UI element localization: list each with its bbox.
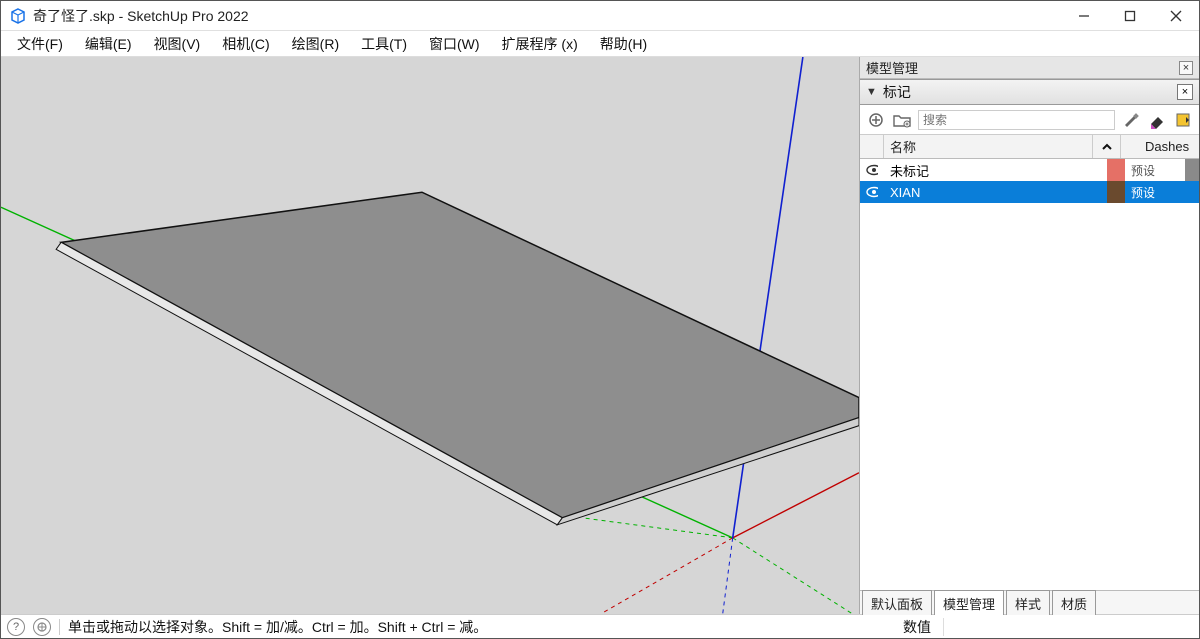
table-row[interactable]: XIAN 预设 — [860, 181, 1199, 203]
panel-outer-titlebar[interactable]: 模型管理 × — [860, 57, 1199, 79]
th-name[interactable]: 名称 — [884, 135, 1093, 158]
status-value-box[interactable] — [943, 618, 1193, 636]
menu-view[interactable]: 视图(V) — [144, 32, 211, 56]
close-button[interactable] — [1153, 1, 1199, 30]
menu-file[interactable]: 文件(F) — [7, 32, 73, 56]
tab-model-manager[interactable]: 模型管理 — [934, 590, 1004, 615]
axis-blue — [733, 57, 803, 538]
add-tag-icon[interactable] — [866, 110, 886, 130]
sidebar-tabs: 默认面板 模型管理 样式 材质 — [860, 590, 1199, 614]
visibility-icon[interactable] — [860, 181, 884, 203]
th-visibility[interactable] — [860, 135, 884, 158]
panel-outer-close-icon[interactable]: × — [1179, 61, 1193, 75]
maximize-button[interactable] — [1107, 1, 1153, 30]
tag-dashes[interactable]: 预设 — [1125, 181, 1185, 203]
tag-swatch[interactable] — [1107, 159, 1125, 181]
tag-extra-swatch — [1185, 159, 1199, 181]
menu-edit[interactable]: 编辑(E) — [75, 32, 142, 56]
panel-title: 标记 — [883, 82, 1171, 102]
tag-dashes[interactable]: 预设 — [1125, 159, 1185, 181]
status-hint: 单击或拖动以选择对象。Shift = 加/减。Ctrl = 加。Shift + … — [68, 617, 891, 637]
search-input[interactable] — [918, 110, 1115, 130]
tab-styles[interactable]: 样式 — [1006, 590, 1050, 615]
purge-icon[interactable] — [1147, 110, 1167, 130]
th-sort-icon[interactable] — [1093, 135, 1121, 158]
titlebar: 奇了怪了.skp - SketchUp Pro 2022 — [1, 1, 1199, 31]
tags-table-body: 未标记预设XIAN预设 — [860, 159, 1199, 590]
sidebar-panel: 模型管理 × ▼ 标记 × — [859, 57, 1199, 614]
menubar: 文件(F) 编辑(E) 视图(V) 相机(C) 绘图(R) 工具(T) 窗口(W… — [1, 31, 1199, 57]
menu-help[interactable]: 帮助(H) — [590, 32, 657, 56]
status-value-label: 数值 — [899, 617, 935, 637]
app-window: 奇了怪了.skp - SketchUp Pro 2022 文件(F) 编辑(E)… — [0, 0, 1200, 639]
tag-name[interactable]: 未标记 — [884, 159, 1107, 181]
viewport-3d[interactable] — [1, 57, 859, 614]
statusbar: ? 单击或拖动以选择对象。Shift = 加/减。Ctrl = 加。Shift … — [1, 614, 1199, 638]
menu-ext[interactable]: 扩展程序 (x) — [492, 32, 588, 56]
tag-swatch[interactable] — [1107, 181, 1125, 203]
table-row[interactable]: 未标记预设 — [860, 159, 1199, 181]
paint-tag-icon[interactable] — [1121, 110, 1141, 130]
add-folder-icon[interactable] — [892, 110, 912, 130]
workspace: 模型管理 × ▼ 标记 × — [1, 57, 1199, 614]
tags-table-header: 名称 Dashes — [860, 135, 1199, 159]
tag-name[interactable]: XIAN — [884, 181, 1107, 203]
menu-tools[interactable]: 工具(T) — [351, 32, 417, 56]
menu-draw[interactable]: 绘图(R) — [282, 32, 349, 56]
panel-outer-title: 模型管理 — [866, 58, 918, 77]
status-info-icon[interactable]: ? — [7, 618, 25, 636]
th-swatch — [1121, 135, 1139, 158]
window-title: 奇了怪了.skp - SketchUp Pro 2022 — [33, 6, 1061, 26]
panel-close-icon[interactable]: × — [1177, 84, 1193, 100]
panel-header[interactable]: ▼ 标记 × — [860, 79, 1199, 105]
panel-toolbar — [860, 105, 1199, 135]
menu-camera[interactable]: 相机(C) — [212, 32, 279, 56]
tab-materials[interactable]: 材质 — [1052, 590, 1096, 615]
panel-collapse-icon[interactable]: ▼ — [866, 86, 877, 98]
menu-window[interactable]: 窗口(W) — [419, 32, 490, 56]
axis-red — [733, 473, 859, 538]
status-geo-icon[interactable] — [33, 618, 51, 636]
window-controls — [1061, 1, 1199, 30]
panel-menu-icon[interactable] — [1173, 110, 1193, 130]
tab-default-tray[interactable]: 默认面板 — [862, 590, 932, 615]
app-icon — [9, 7, 27, 25]
visibility-icon[interactable] — [860, 159, 884, 181]
minimize-button[interactable] — [1061, 1, 1107, 30]
th-dashes[interactable]: Dashes — [1139, 135, 1199, 158]
